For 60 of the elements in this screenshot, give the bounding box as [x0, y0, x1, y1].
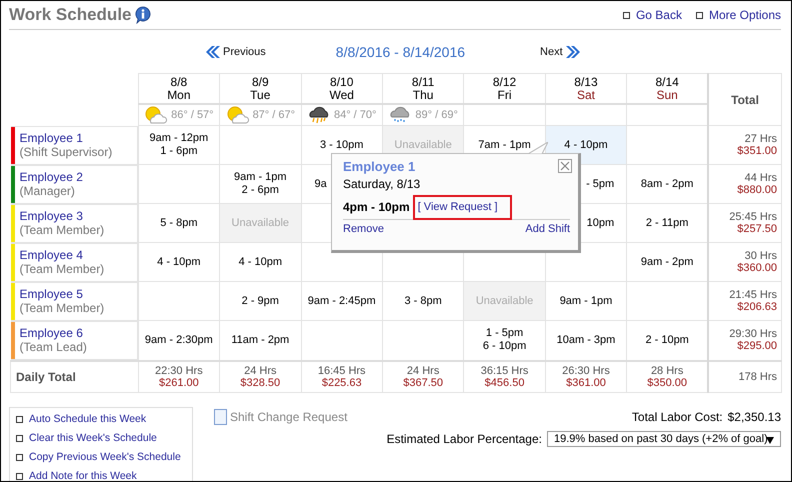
day-date: 8/9 — [250, 76, 270, 88]
daily-hours: 22:30 Hrs — [154, 364, 204, 376]
employee-role: (Team Member) — [20, 301, 104, 315]
hours-total: 25:45 Hrs — [728, 211, 777, 223]
temperature: 86° / 57° — [171, 109, 214, 121]
daily-cost: $456.50 — [484, 376, 526, 388]
page-title: Work Schedule — [9, 5, 132, 25]
employee-role: (Manager) — [20, 184, 76, 198]
cost-total: $257.50 — [736, 223, 777, 235]
day-date: 8/13 — [573, 76, 599, 88]
temperature: 84° / 70° — [334, 109, 376, 121]
week-hours-total: 178 Hrs — [738, 370, 777, 382]
daily-total-label: Daily Total — [16, 370, 76, 384]
day-name: Sat — [576, 88, 596, 102]
daily-cost: $367.50 — [402, 376, 444, 388]
popup-shift-time: 4pm - 10pm — [343, 200, 410, 214]
hours-total: 30 Hrs — [744, 250, 777, 262]
daily-hours: 24 Hrs — [406, 364, 440, 376]
day-date: 8/8 — [170, 76, 188, 88]
daily-hours: 24 Hrs — [243, 364, 278, 376]
day-name: Mon — [166, 88, 192, 102]
day-name: Fri — [496, 88, 513, 102]
cost-total: $206.63 — [736, 301, 777, 313]
day-date: 8/12 — [492, 76, 518, 88]
labor-percentage-label: Estimated Labor Percentage: — [386, 432, 542, 446]
daily-hours: 16:45 Hrs — [316, 364, 367, 376]
daily-hours: 26:30 Hrs — [561, 364, 611, 376]
temperature: 87° / 67° — [252, 109, 295, 121]
day-date: 8/11 — [410, 76, 436, 88]
daily-hours: 28 Hrs — [650, 364, 684, 376]
cost-total: $295.00 — [736, 340, 777, 352]
cost-total: $360.00 — [736, 262, 777, 274]
daily-cost: $261.00 — [158, 376, 200, 388]
cost-total: $351.00 — [736, 145, 777, 157]
hours-total: 29:30 Hrs — [728, 328, 777, 340]
labor-cost-label: Total Labor Cost: — [632, 410, 723, 424]
total-heading: Total — [731, 92, 759, 106]
cost-total: $880.00 — [736, 184, 777, 196]
hours-total: 27 Hrs — [744, 133, 777, 145]
day-name: Thu — [412, 88, 434, 102]
employee-role: (Shift Supervisor) — [20, 145, 112, 159]
daily-cost: $225.63 — [320, 376, 363, 388]
day-date: 8/14 — [654, 76, 680, 88]
daily-cost: $328.50 — [239, 376, 282, 388]
daily-cost: $350.00 — [646, 376, 688, 388]
popup-date: Saturday, 8/13 — [343, 176, 422, 192]
employee-role: (Team Lead) — [20, 340, 87, 354]
date-range: 8/8/2016 - 8/14/2016 — [336, 44, 466, 60]
hours-total: 44 Hrs — [744, 172, 777, 184]
employee-role: (Team Member) — [20, 223, 104, 237]
labor-cost-value: $2,350.13 — [728, 410, 781, 424]
day-date: 8/10 — [329, 76, 354, 88]
daily-cost: $361.00 — [565, 376, 607, 388]
employee-role: (Team Member) — [20, 262, 104, 276]
day-name: Wed — [328, 88, 355, 102]
day-name: Tue — [249, 88, 272, 102]
temperature: 89° / 69° — [415, 109, 458, 121]
daily-hours: 36:15 Hrs — [480, 364, 530, 376]
day-name: Sun — [655, 88, 679, 102]
hours-total: 21:45 Hrs — [728, 289, 777, 301]
